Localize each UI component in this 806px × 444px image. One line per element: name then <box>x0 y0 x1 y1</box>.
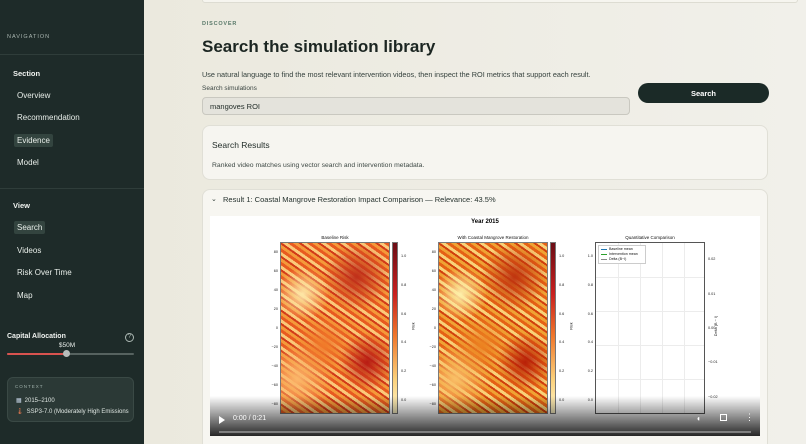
axis-tick: 40 <box>431 287 436 292</box>
axis-tick: −20 <box>271 345 278 350</box>
search-results-card: Search Results Ranked video matches usin… <box>202 125 768 180</box>
search-button[interactable]: Search <box>638 83 769 103</box>
axis-tick: 60 <box>431 268 436 273</box>
thermometer-icon: 🌡 <box>16 409 24 415</box>
axis-tick: 0.8 <box>587 283 593 287</box>
intervention-panel-title: With Coastal Mangrove Restoration <box>457 235 529 240</box>
axis-tick: 0.8 <box>559 283 565 287</box>
fullscreen-icon[interactable] <box>720 414 727 421</box>
axis-tick: 0.2 <box>587 369 593 373</box>
help-icon[interactable]: ? <box>125 333 134 342</box>
intervention-heatmap <box>438 242 548 414</box>
comparison-right-axis-label: Delta (B − I) <box>714 315 719 337</box>
view-group-label: View <box>13 201 30 210</box>
axis-tick: 40 <box>273 287 278 292</box>
calendar-icon: ▦ <box>16 398 22 404</box>
axis-tick: 80 <box>273 249 278 254</box>
legend-item: Delta (B−I) <box>601 257 643 262</box>
axis-tick: 0.4 <box>401 340 407 345</box>
context-title: CONTEXT <box>15 384 44 389</box>
page-title: Search the simulation library <box>202 37 436 56</box>
page-subtitle: Use natural language to find the most re… <box>202 70 591 79</box>
comparison-panel-title: Quantitative Comparison <box>625 235 675 240</box>
volume-icon[interactable]: ◖ <box>696 414 701 423</box>
intervention-colorbar-label: Risk <box>569 322 574 330</box>
sidebar-item-overview[interactable]: Overview <box>14 89 53 102</box>
axis-tick: 0 <box>275 326 278 330</box>
context-period: ▦ 2015–2100 <box>16 397 55 404</box>
axis-tick: 0.8 <box>401 283 407 287</box>
sidebar-item-recommendation[interactable]: Recommendation <box>14 111 83 124</box>
axis-tick: 80 <box>431 249 436 254</box>
result-title[interactable]: Result 1: Coastal Mangrove Restoration I… <box>223 195 496 204</box>
axis-tick: 0.4 <box>559 340 565 345</box>
video-frame-title: Year 2015 <box>471 219 499 225</box>
axis-tick: −60 <box>429 383 436 388</box>
axis-tick: 0.2 <box>401 369 407 373</box>
divider <box>0 188 144 189</box>
capital-allocation-label: Capital Allocation <box>7 333 66 340</box>
search-results-title: Search Results <box>212 140 270 150</box>
context-card: CONTEXT ▦ 2015–2100 🌡 SSP3-7.0 (Moderately… <box>7 377 134 422</box>
comparison-legend: Baseline mean Intervention mean Delta (B… <box>598 245 646 264</box>
top-bar <box>202 0 798 3</box>
axis-tick: 1.0 <box>559 254 565 259</box>
axis-tick: 0.02 <box>708 257 716 262</box>
search-label: Search simulations <box>202 85 257 92</box>
slider-fill <box>7 353 67 355</box>
video-controls: 0:00 / 0:21 ◖ ⋮ <box>210 396 760 436</box>
axis-tick: 0.2 <box>559 369 565 373</box>
slider-thumb[interactable] <box>63 350 71 357</box>
axis-tick: 0.6 <box>401 311 407 316</box>
sidebar-item-search[interactable]: Search <box>14 221 46 234</box>
eyebrow: DISCOVER <box>202 21 238 27</box>
baseline-heatmap <box>280 242 390 414</box>
axis-tick: 20 <box>273 306 278 311</box>
sidebar-item-map[interactable]: Map <box>14 289 36 302</box>
play-icon[interactable] <box>219 416 225 424</box>
baseline-colorbar <box>392 242 398 414</box>
capital-allocation-slider[interactable] <box>7 350 134 357</box>
baseline-colorbar-label: Risk <box>411 322 416 330</box>
axis-tick: 0.6 <box>587 311 593 316</box>
context-scenario-text: SSP3-7.0 (Moderately High Emissions <box>26 409 129 415</box>
axis-tick: −0.01 <box>708 360 718 365</box>
axis-tick: 0 <box>433 326 436 330</box>
sidebar-item-evidence[interactable]: Evidence <box>14 134 53 147</box>
context-scenario: 🌡 SSP3-7.0 (Moderately High Emissions <box>16 408 129 415</box>
axis-tick: −60 <box>271 383 278 388</box>
sidebar-item-model[interactable]: Model <box>14 156 42 169</box>
sidebar-item-videos[interactable]: Videos <box>14 244 44 257</box>
search-input[interactable] <box>202 97 630 115</box>
video-progress-bar[interactable] <box>219 431 751 433</box>
intervention-colorbar <box>550 242 556 414</box>
result-expander: ⌄ Result 1: Coastal Mangrove Restoration… <box>202 189 768 444</box>
axis-tick: −20 <box>429 345 436 350</box>
video-player[interactable]: Year 2015 Baseline Risk 80 60 40 20 0 −20 −40 −… <box>210 216 760 436</box>
nav-heading: NAVIGATION <box>7 34 51 40</box>
axis-tick: 60 <box>273 268 278 273</box>
section-group-label: Section <box>13 69 41 78</box>
axis-tick: 0.6 <box>559 311 565 316</box>
search-results-description: Ranked video matches using vector search… <box>212 162 425 169</box>
more-options-icon[interactable]: ⋮ <box>745 412 754 423</box>
context-period-text: 2015–2100 <box>24 398 55 404</box>
sidebar: NAVIGATION Section Overview Recommendati… <box>0 0 144 444</box>
axis-tick: 1.0 <box>587 254 593 259</box>
main-content: DISCOVER Search the simulation library U… <box>144 0 806 444</box>
baseline-panel-title: Baseline Risk <box>321 235 349 240</box>
divider <box>0 54 144 55</box>
capital-allocation-value: $50M <box>58 342 76 349</box>
axis-tick: 20 <box>431 306 436 311</box>
axis-tick: 1.0 <box>401 254 407 259</box>
chevron-down-icon[interactable]: ⌄ <box>211 195 217 203</box>
axis-tick: 0.4 <box>587 340 593 345</box>
axis-tick: −40 <box>271 364 278 369</box>
video-time: 0:00 / 0:21 <box>233 415 267 422</box>
axis-tick: 0.01 <box>708 291 716 296</box>
comparison-plot: Baseline mean Intervention mean Delta (B… <box>595 242 705 414</box>
sidebar-item-risk-over-time[interactable]: Risk Over Time <box>14 266 75 279</box>
axis-tick: −40 <box>429 364 436 369</box>
